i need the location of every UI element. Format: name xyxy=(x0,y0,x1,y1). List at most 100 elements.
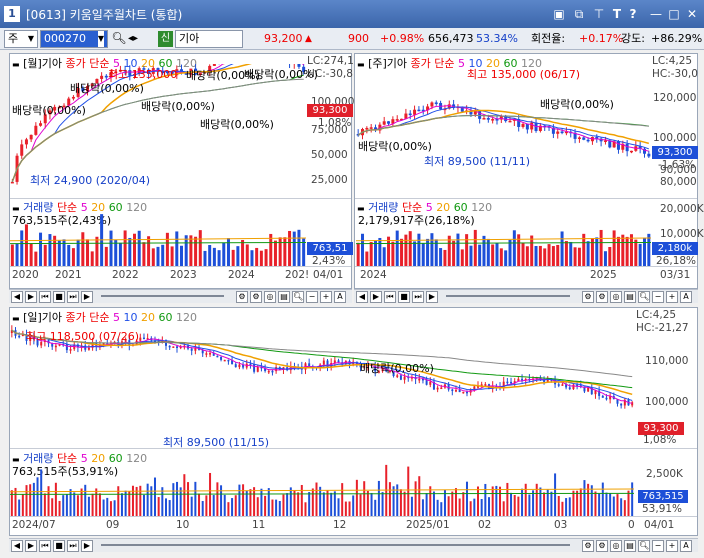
zoom-icon[interactable]: ◂▸ xyxy=(128,31,156,47)
zoom-in-icon[interactable]: + xyxy=(320,291,332,303)
volume-bar xyxy=(264,495,267,516)
zoom-out-icon[interactable]: − xyxy=(652,540,664,552)
scroll-track[interactable] xyxy=(101,295,224,297)
scroll-left-icon[interactable]: ◀ xyxy=(356,291,368,303)
volume-bar xyxy=(238,484,241,516)
stop-icon[interactable]: ■ xyxy=(53,291,65,303)
candle xyxy=(413,109,417,115)
volume-bar xyxy=(429,486,432,516)
volume-bar xyxy=(278,237,282,266)
target-icon[interactable]: ◎ xyxy=(610,291,622,303)
volume-bar xyxy=(29,243,33,266)
volume-bar xyxy=(534,245,538,266)
dividend-annotation: 배당락(0,00%) xyxy=(70,82,144,95)
scroll-right-icon[interactable]: ▶ xyxy=(25,540,37,552)
volume-bar xyxy=(253,487,256,516)
grid-icon[interactable]: ▤ xyxy=(624,540,636,552)
volume-bar xyxy=(201,501,204,516)
candle xyxy=(510,381,513,384)
volume-bar xyxy=(161,244,165,266)
first-icon[interactable]: ⏮ xyxy=(384,291,396,303)
volume-bar xyxy=(495,243,499,266)
last-icon[interactable]: ⏭ xyxy=(67,540,79,552)
settings-icon[interactable]: ⚙ xyxy=(582,540,594,552)
volume-bar xyxy=(421,243,425,266)
volume-bar xyxy=(245,244,249,266)
stock-code-input[interactable]: 000270 ▼ xyxy=(40,30,108,48)
first-icon[interactable]: ⏮ xyxy=(39,291,51,303)
config-icon[interactable]: ⚙ xyxy=(250,291,262,303)
search-icon[interactable]: 🔍︎ xyxy=(638,540,650,552)
first-icon[interactable]: ⏮ xyxy=(39,540,51,552)
y-tick: 100,000 xyxy=(645,396,689,408)
volume-bar xyxy=(319,486,322,516)
volume-bar xyxy=(286,493,289,516)
scroll-right-icon[interactable]: ▶ xyxy=(370,291,382,303)
scroll-left-icon[interactable]: ◀ xyxy=(11,291,23,303)
last-icon[interactable]: ⏭ xyxy=(67,291,79,303)
grid-icon[interactable]: ▤ xyxy=(624,291,636,303)
zoom-in-icon[interactable]: + xyxy=(666,540,678,552)
volume-bar xyxy=(330,492,333,516)
volume-bar xyxy=(382,247,386,266)
text-icon[interactable]: T xyxy=(609,6,625,22)
grid-icon[interactable]: ▤ xyxy=(278,291,290,303)
minimize-icon[interactable]: — xyxy=(648,6,664,22)
volume-bar xyxy=(137,230,141,266)
pin-icon[interactable]: ⊤ xyxy=(591,6,607,22)
scroll-track[interactable] xyxy=(101,544,570,546)
last-icon[interactable]: ⏭ xyxy=(412,291,424,303)
settings-icon[interactable]: ⚙ xyxy=(236,291,248,303)
auto-scale-icon[interactable]: A xyxy=(680,291,692,303)
strength-value: +86.29% xyxy=(651,32,703,45)
period-select[interactable]: 주 ▼ xyxy=(4,30,38,48)
volume-bar xyxy=(473,498,476,516)
play-icon[interactable]: ▶ xyxy=(81,291,93,303)
candle xyxy=(434,102,438,104)
zoom-out-icon[interactable]: − xyxy=(306,291,318,303)
stop-icon[interactable]: ■ xyxy=(398,291,410,303)
target-icon[interactable]: ◎ xyxy=(264,291,276,303)
scroll-track[interactable] xyxy=(446,295,570,297)
daily-volume-bars xyxy=(10,464,634,516)
maximize-icon[interactable]: □ xyxy=(666,6,682,22)
scroll-left-icon[interactable]: ◀ xyxy=(11,540,23,552)
chevron-down-icon: ▼ xyxy=(27,34,34,43)
scroll-right-icon[interactable]: ▶ xyxy=(25,291,37,303)
zoom-in-icon[interactable]: + xyxy=(666,291,678,303)
volume-bar xyxy=(142,242,146,266)
candle xyxy=(561,384,564,386)
settings-icon[interactable]: ⚙ xyxy=(582,291,594,303)
stop-icon[interactable]: ■ xyxy=(53,540,65,552)
play-icon[interactable]: ▶ xyxy=(426,291,438,303)
dividend-annotation: 배당락(0,00%) xyxy=(540,98,614,111)
play-icon[interactable]: ▶ xyxy=(81,540,93,552)
search-icon[interactable]: 🔍︎ xyxy=(292,291,304,303)
zoom-out-icon[interactable]: − xyxy=(652,291,664,303)
target-icon[interactable]: ◎ xyxy=(610,540,622,552)
volume-bar xyxy=(278,501,281,516)
close-icon[interactable]: ✕ xyxy=(684,6,700,22)
volume-bar xyxy=(532,490,535,516)
volume-bar xyxy=(48,234,52,266)
volume-bar xyxy=(521,242,525,266)
config-icon[interactable]: ⚙ xyxy=(596,540,608,552)
search-icon[interactable]: 🔍︎ xyxy=(638,291,650,303)
dock-icon[interactable]: ▣ xyxy=(551,6,567,22)
volume-bar xyxy=(231,498,234,516)
candle xyxy=(387,121,391,124)
auto-scale-icon[interactable]: A xyxy=(334,291,346,303)
x-tick: 12 xyxy=(333,519,347,531)
volume-bar xyxy=(407,466,410,516)
auto-scale-icon[interactable]: A xyxy=(680,540,692,552)
volume-bar xyxy=(236,246,240,266)
y-tick: 100,000 xyxy=(653,132,697,144)
volume-bar xyxy=(425,493,428,516)
y-tick: 25,000 xyxy=(311,174,348,186)
search-icon[interactable]: 🔍︎ xyxy=(111,31,127,47)
volume-bar xyxy=(623,500,626,516)
config-icon[interactable]: ⚙ xyxy=(596,291,608,303)
help-icon[interactable]: ? xyxy=(625,6,641,22)
candle xyxy=(486,118,490,120)
restore-icon[interactable]: ⧉ xyxy=(571,6,587,22)
